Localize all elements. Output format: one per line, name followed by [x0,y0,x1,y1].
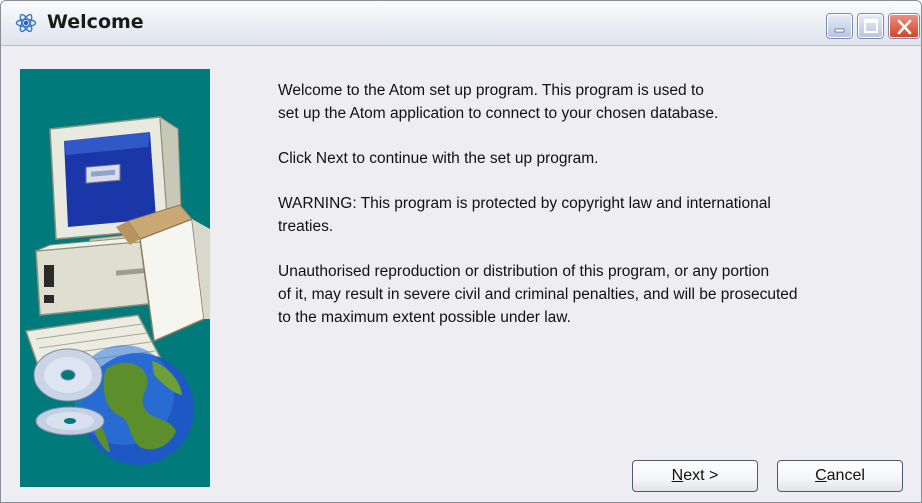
next-button-label: ext > [683,467,719,484]
cancel-button[interactable]: Cancel [777,460,903,492]
welcome-message: Welcome to the Atom set up program. This… [278,79,878,351]
warning-paragraph: WARNING: This program is protected by co… [278,192,878,238]
welcome-line-2: set up the Atom application to connect t… [278,105,719,122]
legal-line-1: Unauthorised reproduction or distributio… [278,263,770,280]
title-bar[interactable]: Welcome [1,1,921,46]
minimize-button[interactable] [827,14,852,38]
legal-line-3: to the maximum extent possible under law… [278,309,571,326]
cancel-button-label: ancel [826,467,865,484]
welcome-paragraph: Welcome to the Atom set up program. This… [278,79,878,125]
welcome-line-1: Welcome to the Atom set up program. This… [278,82,704,99]
next-button[interactable]: Next > [632,460,758,492]
warning-line-2: treaties. [278,218,334,235]
maximize-button[interactable] [858,14,883,38]
next-button-mnemonic: N [671,467,684,484]
legal-line-2: of it, may result in severe civil and cr… [278,286,798,303]
atom-icon [15,12,37,34]
computer-and-globe-illustration [24,116,210,465]
cancel-button-mnemonic: C [815,467,827,484]
close-icon [897,19,912,35]
window-title: Welcome [47,11,144,33]
instruction-paragraph: Click Next to continue with the set up p… [278,147,878,170]
close-button[interactable] [889,14,919,38]
minimize-icon [834,28,845,33]
legal-paragraph: Unauthorised reproduction or distributio… [278,260,878,329]
setup-banner [20,69,210,487]
warning-line-1: WARNING: This program is protected by co… [278,195,771,212]
instruction-line-1: Click Next to continue with the set up p… [278,150,599,167]
setup-dialog-window: Welcome Welcome to the Atom set up progr… [0,0,922,503]
maximize-icon [864,19,878,33]
